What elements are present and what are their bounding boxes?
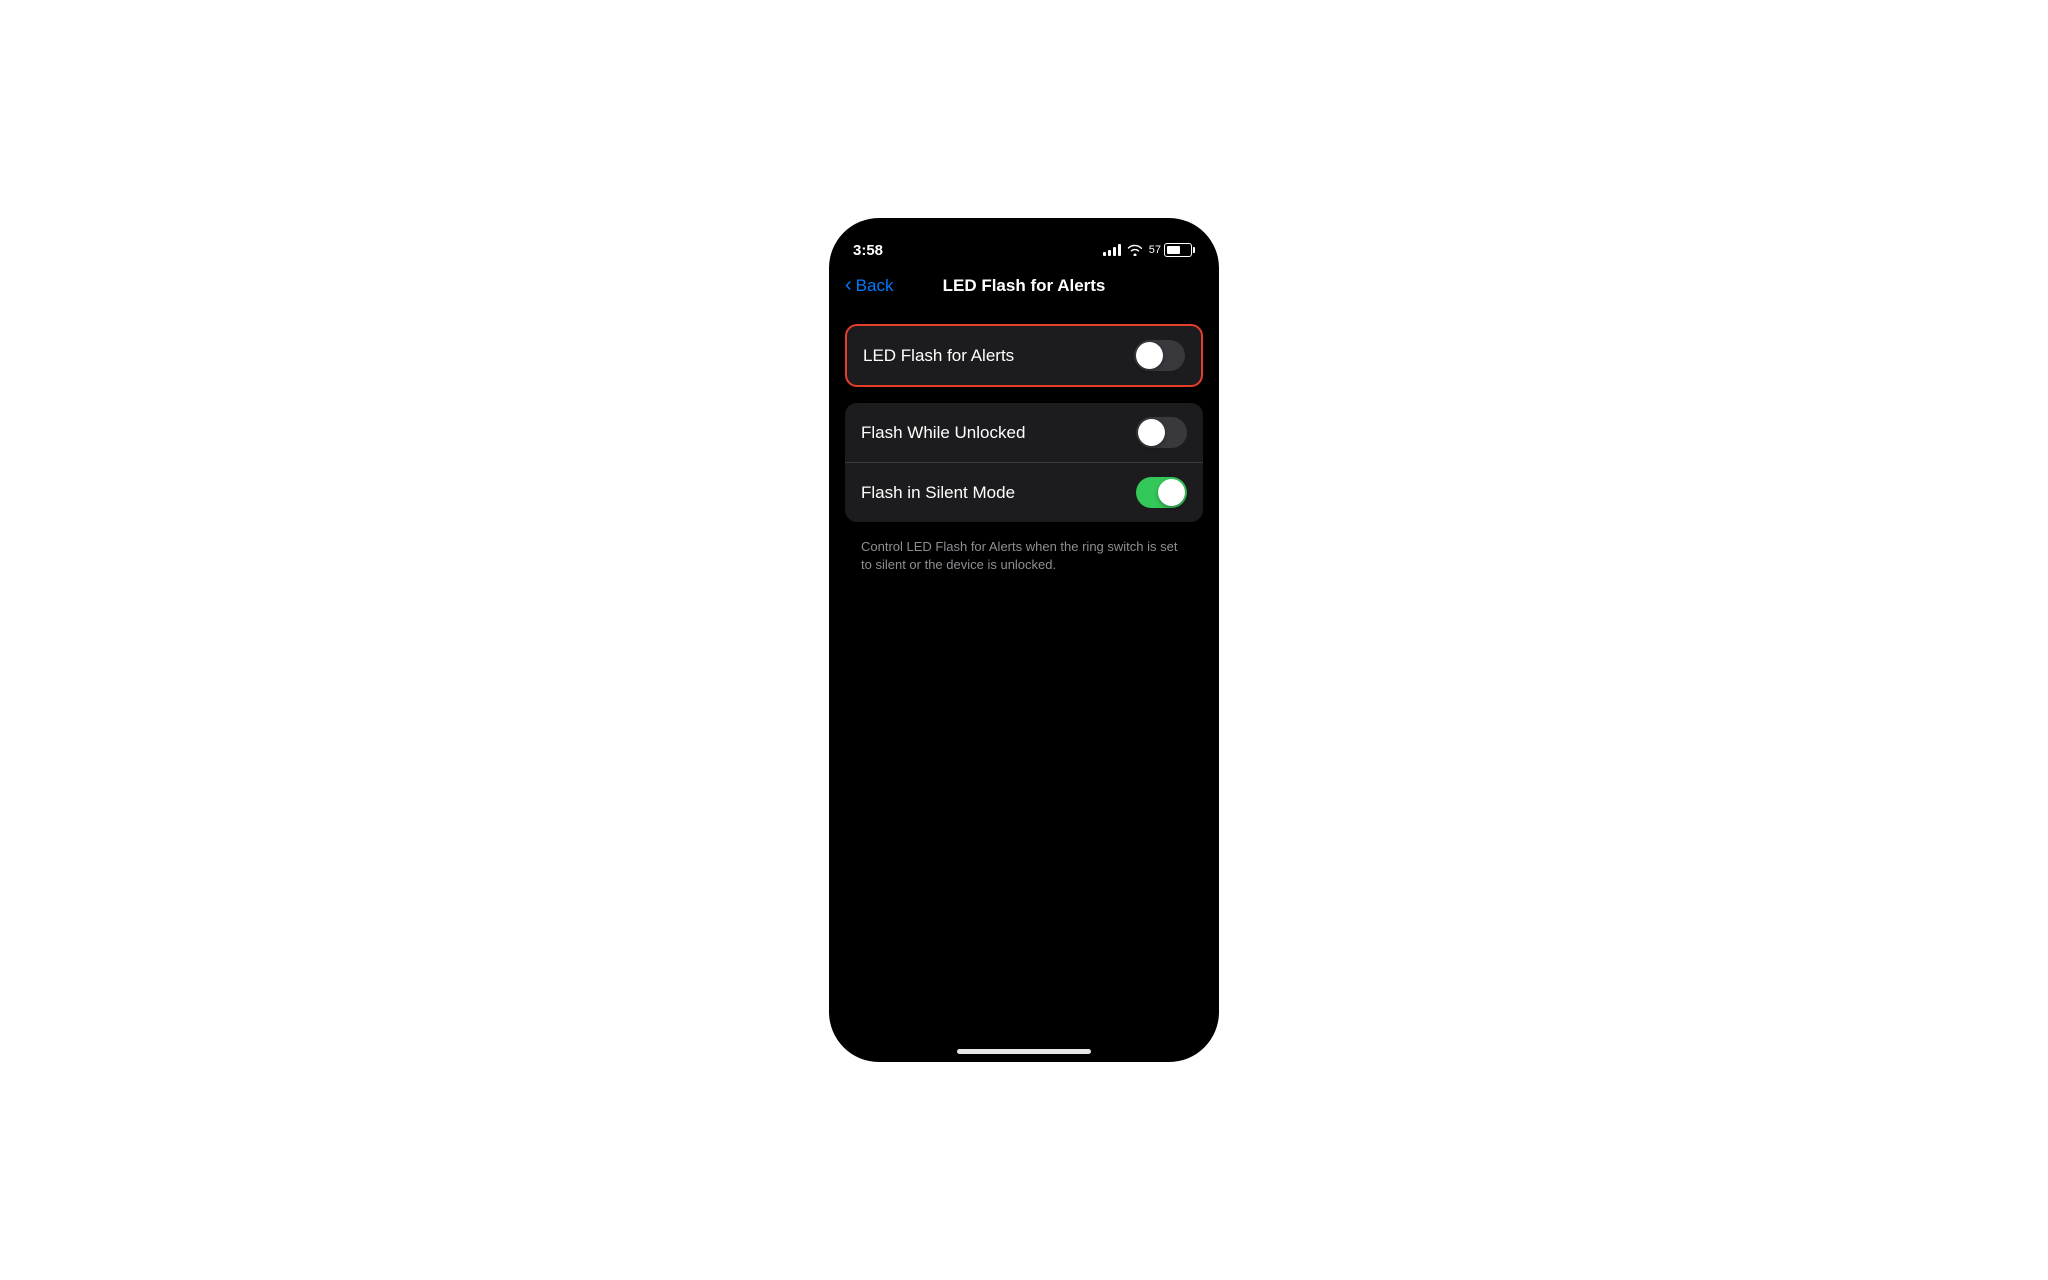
status-icons: 57 [1103,243,1195,257]
home-indicator [957,1049,1091,1054]
flash-silent-mode-toggle[interactable] [1136,477,1187,508]
footer-text: Control LED Flash for Alerts when the ri… [845,530,1203,574]
flash-while-unlocked-label: Flash While Unlocked [861,423,1025,443]
led-flash-label: LED Flash for Alerts [863,346,1014,366]
phone-frame: 3:58 57 [829,218,1219,1062]
nav-bar: ‹ Back LED Flash for Alerts [829,268,1219,308]
status-time: 3:58 [853,242,883,259]
nav-title: LED Flash for Alerts [943,276,1106,296]
led-flash-row-highlighted: LED Flash for Alerts [845,324,1203,387]
wifi-icon [1127,244,1143,256]
led-flash-row[interactable]: LED Flash for Alerts [847,326,1201,385]
flash-silent-mode-row[interactable]: Flash in Silent Mode [845,462,1203,522]
flash-while-unlocked-row[interactable]: Flash While Unlocked [845,403,1203,462]
back-chevron-icon: ‹ [845,275,852,295]
flash-silent-mode-toggle-knob [1158,479,1185,506]
led-flash-toggle[interactable] [1134,340,1185,371]
flash-while-unlocked-toggle-knob [1138,419,1165,446]
battery-percent: 57 [1149,244,1161,256]
led-flash-toggle-knob [1136,342,1163,369]
flash-while-unlocked-toggle[interactable] [1136,417,1187,448]
back-label: Back [856,276,894,296]
content: LED Flash for Alerts Flash While Unlocke… [829,308,1219,1062]
battery-icon: 57 [1149,243,1195,257]
back-button[interactable]: ‹ Back [845,276,893,296]
signal-icon [1103,244,1121,256]
status-bar: 3:58 57 [829,218,1219,268]
flash-silent-mode-label: Flash in Silent Mode [861,483,1015,503]
sub-settings-group: Flash While Unlocked Flash in Silent Mod… [845,403,1203,522]
